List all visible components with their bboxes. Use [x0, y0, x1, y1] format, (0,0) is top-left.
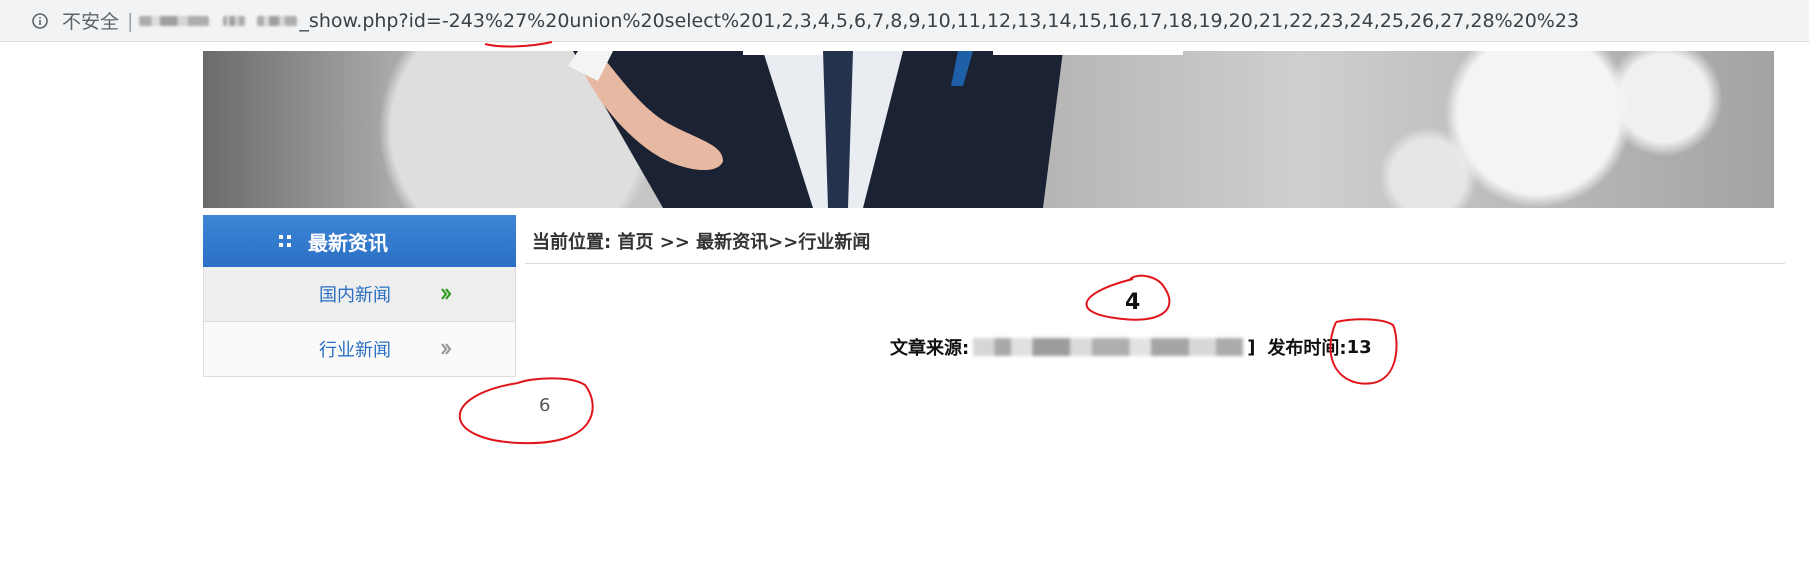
sidebar-item-label[interactable]: 国内新闻 [319, 281, 391, 307]
sidebar-header: 最新资讯 [203, 215, 516, 267]
source-label: 文章来源: [890, 338, 970, 359]
publish-value: 13 [1346, 336, 1372, 358]
sidebar-item-label[interactable]: 行业新闻 [319, 336, 391, 362]
redacted-domain [139, 15, 210, 26]
breadcrumb: 当前位置: 首页 >> 最新资讯>>行业新闻 [532, 232, 871, 253]
security-label[interactable]: 不安全 [62, 7, 119, 34]
chevron-right-icon [441, 288, 452, 300]
sidebar-item-industry-news[interactable]: 行业新闻 [203, 322, 516, 377]
article-title: 4 [1125, 290, 1141, 315]
sidebar-header-label: 最新资讯 [308, 230, 388, 255]
pagination-number[interactable]: 6 [539, 395, 550, 416]
publish-label: 发布时间: [1267, 338, 1347, 359]
annotation-underline [484, 41, 553, 48]
address-separator: | [127, 9, 134, 32]
grid-dots-icon [279, 235, 291, 247]
article-meta: 文章来源: ] 发布时间: 13 [890, 334, 1372, 360]
redacted-domain-part [223, 15, 246, 26]
info-icon[interactable] [32, 12, 48, 29]
businessman-illustration [568, 51, 1183, 208]
redacted-source [973, 338, 1244, 356]
divider [525, 263, 1785, 264]
redacted-domain-part [257, 15, 298, 26]
source-end: ] [1247, 336, 1256, 358]
banner-image [203, 51, 1774, 208]
sidebar: 最新资讯 国内新闻 行业新闻 [203, 215, 516, 377]
url-text[interactable]: _show.php?id=-243%27%20union%20select%20… [299, 10, 1579, 32]
chevron-right-icon [441, 343, 452, 355]
sidebar-item-domestic-news[interactable]: 国内新闻 [203, 267, 516, 322]
annotation-circle-page [458, 377, 594, 445]
address-bar[interactable]: 不安全 | _show.php?id=-243%27%20union%20sel… [0, 0, 1809, 42]
